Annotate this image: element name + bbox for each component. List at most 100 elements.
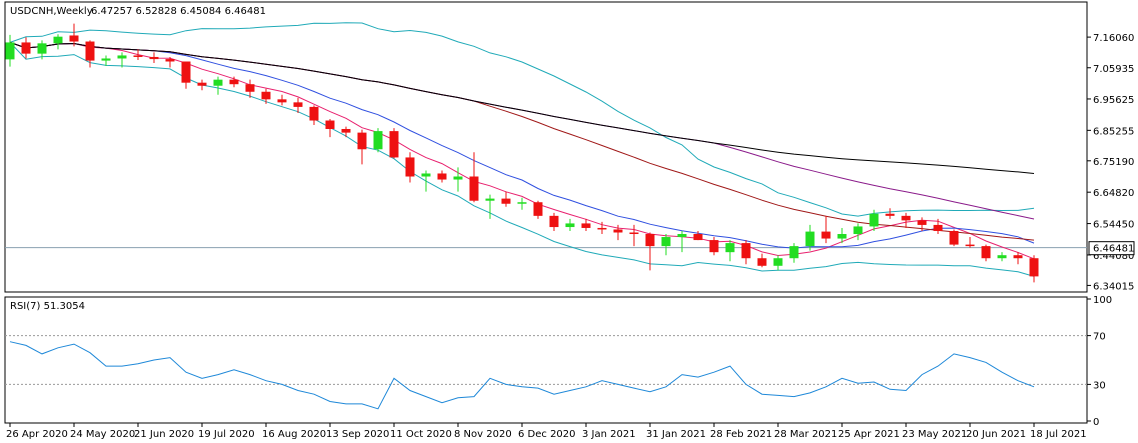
candle-body [645,234,655,247]
indicator-panel-frame [4,296,1088,424]
candle-body [501,198,511,204]
candle-body [165,59,175,62]
candle-body [917,220,927,225]
time-tick-label: 19 Jul 2020 [198,429,255,440]
chart-window[interactable]: USDCNH,Weekly 6.47257 6.52828 6.45084 6.… [0,0,1138,443]
candle-body [1013,255,1023,259]
candle-body [933,224,943,231]
candle-body [309,106,319,121]
time-tick-label: 23 May 2021 [902,429,967,440]
candle-body [325,120,335,129]
symbol-title: USDCNH,Weekly [10,6,93,17]
candle-body [773,258,783,266]
candle-body [549,215,559,228]
candle-body [757,258,767,266]
candle-body [293,102,303,107]
time-tick-label: 25 Apr 2021 [838,429,900,440]
candle-body [613,229,623,233]
candle-body [5,42,15,60]
candle-body [949,230,959,245]
candle-body [101,58,111,61]
candle-body [181,61,191,83]
candle-body [21,42,31,54]
main-panel: USDCNH,Weekly 6.47257 6.52828 6.45084 6.… [4,1,1088,293]
candle-body [597,227,607,230]
candle-body [341,128,351,133]
time-tick-label: 20 Jun 2021 [966,429,1026,440]
candle-body [565,223,575,228]
time-axis: 26 Apr 2020 24 May 202021 Jun 2020 19 Jul … [6,423,1087,440]
candle-body [405,157,415,177]
candle-body [485,198,495,201]
price-tick-label: 6.75190 [1093,157,1134,168]
time-tick-label: 28 Mar 2021 [774,429,837,440]
candle-body [725,243,735,253]
candle-body [581,223,591,228]
candle-body [69,35,79,42]
candle-body [837,234,847,239]
time-tick-label: 21 Jun 2020 [134,429,194,440]
candle-body [117,55,127,59]
rsi-tick-label: 100 [1093,295,1112,306]
time-tick-label: 13 Sep 2020 [326,429,389,440]
candle-body [53,36,63,44]
candle-body [133,55,143,57]
candle-body [997,255,1007,259]
rsi-title: RSI(7) 51.3054 [10,301,85,312]
candle-body [853,226,863,235]
candle-body [373,131,383,150]
candle-body [389,131,399,158]
candle-body [453,176,463,180]
candle-body [709,240,719,253]
time-tick-label: 18 Jul 2021 [1030,429,1087,440]
price-tick-label: 6.85255 [1093,126,1134,137]
candle-body [469,176,479,201]
candle-body [821,231,831,239]
time-tick-label: 8 Nov 2020 [454,429,512,440]
time-tick-label: 28 Feb 2021 [710,429,772,440]
candle-body [677,234,687,238]
candle-body [885,213,895,216]
rsi-tick-label: 70 [1093,332,1106,343]
candle-body [261,91,271,100]
price-tick-label: 6.54450 [1093,220,1134,231]
candle-body [869,213,879,227]
candle-body [805,231,815,247]
time-tick-label: 24 May 2020 [70,429,135,440]
time-tick-label: 11 Oct 2020 [390,429,452,440]
candle-body [149,56,159,60]
candle-body [421,173,431,177]
candle-body [229,79,239,85]
candle-body [357,132,367,150]
price-tick-label: 6.64820 [1093,188,1134,199]
ohlc-readout: 6.47257 6.52828 6.45084 6.46481 [91,6,266,17]
main-panel-frame [4,1,1088,293]
candle-body [789,246,799,259]
candle-body [245,84,255,92]
indicator-panel: RSI(7) 51.3054 [4,296,1088,424]
price-tick-label: 6.34015 [1093,281,1134,292]
time-tick-label: 16 Aug 2020 [262,429,326,440]
candle-body [213,79,223,86]
rsi-tick-label: 30 [1093,380,1106,391]
time-tick-label: 3 Jan 2021 [582,429,636,440]
price-tick-label: 7.16060 [1093,33,1134,44]
candle-body [629,232,639,235]
candle-body [37,43,47,54]
candle-body [517,202,527,204]
candle-body [197,82,207,86]
price-tick-label: 7.05935 [1093,64,1134,75]
rsi-tick-label: 0 [1093,417,1099,428]
candle-body [661,237,671,247]
candle-body [1029,258,1039,277]
candle-body [741,243,751,259]
time-tick-label: 31 Jan 2021 [646,429,706,440]
candle-body [981,246,991,259]
candle-body [85,41,95,61]
candle-body [533,202,543,216]
candle-body [693,234,703,241]
candle-body [901,215,911,221]
candle-body [437,173,447,180]
last-price-label: 6.46481 [1093,244,1134,255]
time-tick-label: 26 Apr 2020 [6,429,68,440]
